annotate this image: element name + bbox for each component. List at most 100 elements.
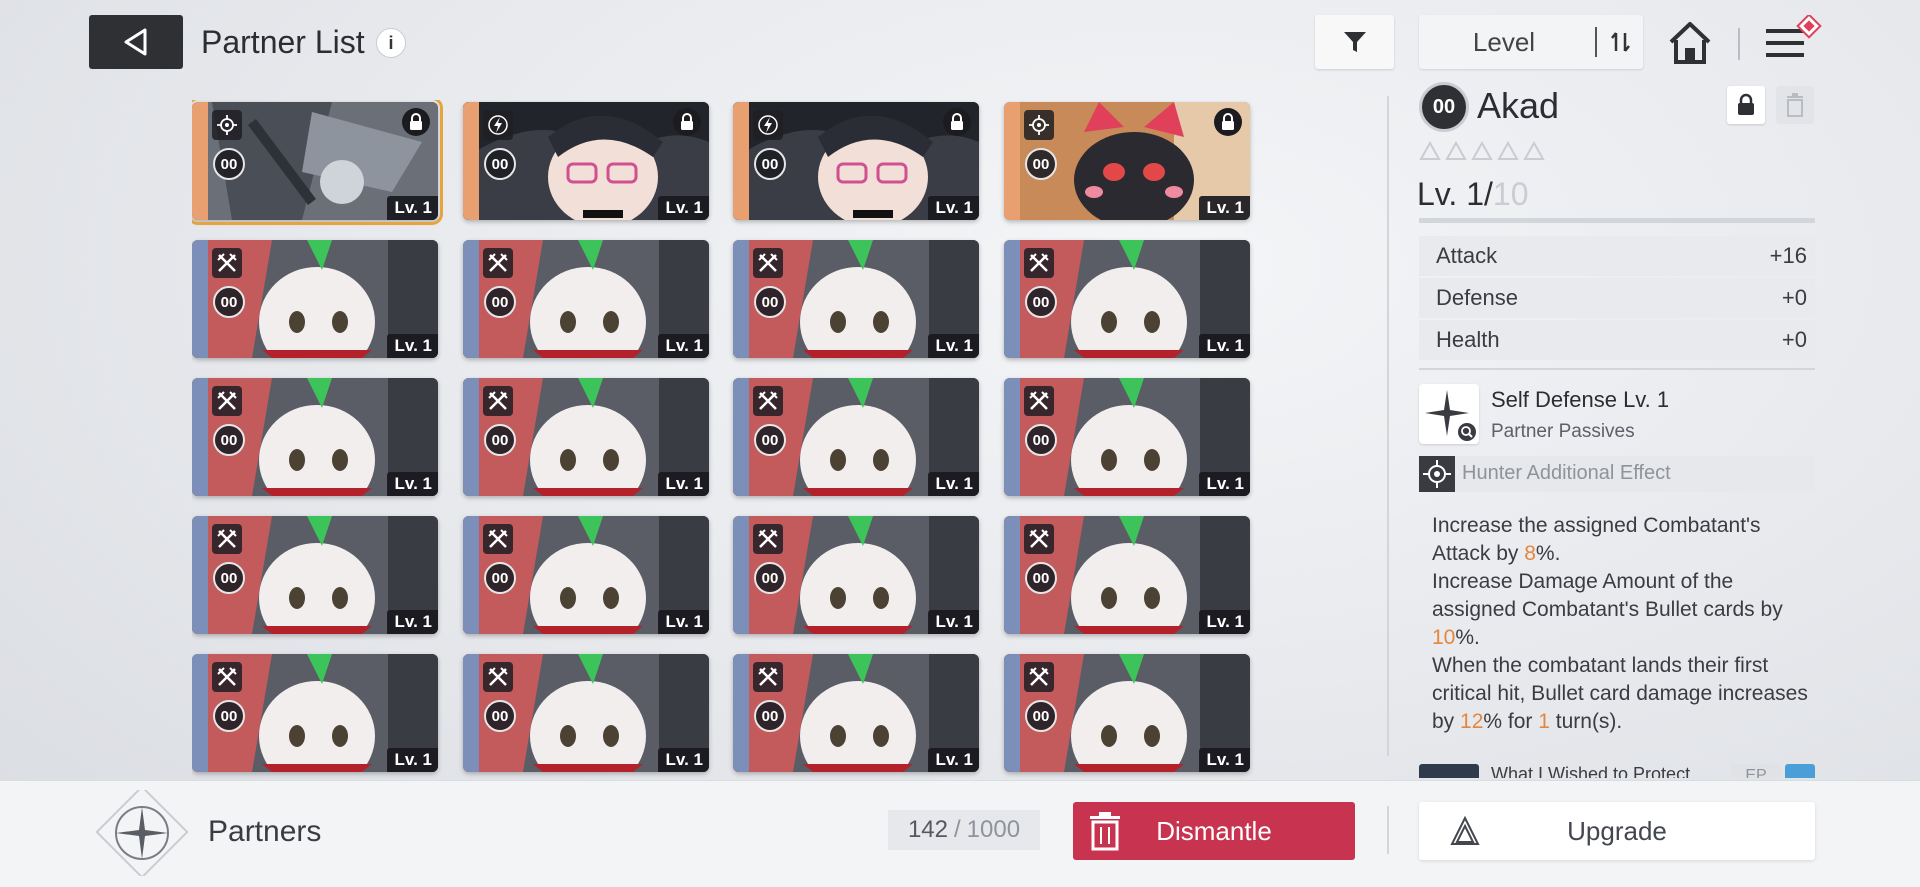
crossed-blades-icon [753, 662, 783, 692]
level-progress-bar [1419, 218, 1815, 223]
grade-badge: 00 [484, 562, 516, 594]
rarity-stripe [192, 102, 208, 220]
partner-card[interactable]: 00 Lv. 1 [1004, 378, 1250, 496]
menu-icon[interactable] [1763, 13, 1823, 69]
crossed-blades-icon [212, 386, 242, 416]
crossed-blades-icon [483, 662, 513, 692]
partner-card[interactable]: 00 Lv. 1 [463, 654, 709, 772]
partner-card[interactable]: 00 Lv. 1 [192, 100, 443, 225]
count-max: 1000 [966, 816, 1021, 843]
grade-badge: 00 [484, 700, 516, 732]
partner-card[interactable]: 00 Lv. 1 [733, 378, 979, 496]
partner-card[interactable]: 00 Lv. 1 [1004, 654, 1250, 772]
filter-button[interactable] [1315, 15, 1394, 69]
lock-icon [943, 108, 971, 136]
back-arrow-icon [124, 28, 147, 56]
dismantle-label: Dismantle [1156, 815, 1272, 846]
stat-value: +0 [1781, 327, 1807, 352]
rarity-stripe [733, 654, 749, 772]
hunter-icon [212, 110, 242, 140]
skill-button[interactable] [1419, 384, 1479, 444]
grade-badge: 00 [484, 148, 516, 180]
page-title: Partner List [201, 24, 365, 60]
star-icon [1523, 141, 1545, 160]
star-icon [1471, 141, 1493, 160]
lock-button[interactable] [1727, 86, 1765, 124]
crossed-blades-icon [483, 386, 513, 416]
partner-card[interactable]: 00 Lv. 1 [192, 240, 438, 358]
effect-line-1: Increase the assigned Combatant's Attack… [1432, 514, 1761, 565]
crossed-blades-icon [1024, 386, 1054, 416]
rarity-stripe [463, 102, 479, 220]
info-icon[interactable]: i [376, 28, 406, 58]
level-label: Lv. 1 [657, 334, 709, 358]
rarity-stripe [463, 654, 479, 772]
partner-card[interactable]: 00 Lv. 1 [192, 654, 438, 772]
stat-label: Defense [1436, 285, 1518, 310]
level-label: Lv. 1 [386, 472, 438, 496]
hunter-icon [1419, 456, 1455, 492]
lock-icon [1738, 93, 1754, 115]
partner-card[interactable]: 00 Lv. 1 [192, 516, 438, 634]
level-label: Lv. 1 [657, 748, 709, 772]
star-icon [1419, 141, 1441, 160]
effect-description: Increase the assigned Combatant's Attack… [1432, 512, 1812, 736]
crossed-blades-icon [212, 662, 242, 692]
item-action-button[interactable] [1785, 764, 1815, 778]
lightning-icon [753, 110, 783, 140]
delete-button[interactable] [1776, 86, 1814, 124]
grade-badge: 00 [1025, 148, 1057, 180]
partner-card[interactable]: 00 Lv. 1 [1004, 102, 1250, 220]
effect-line-2: Increase Damage Amount of the assigned C… [1432, 570, 1783, 649]
partner-card[interactable]: 00 Lv. 1 [733, 654, 979, 772]
partner-grade-badge: 00 [1419, 82, 1469, 132]
grade-badge: 00 [213, 700, 245, 732]
level-label: Lv. 1 [1198, 610, 1250, 634]
partner-card[interactable]: 00 Lv. 1 [192, 378, 438, 496]
level-max: 10 [1492, 176, 1529, 212]
partner-card[interactable]: 00 Lv. 1 [463, 102, 709, 220]
stat-row-health: Health +0 [1419, 320, 1815, 360]
stat-value: +16 [1769, 243, 1807, 268]
partner-card[interactable]: 00 Lv. 1 [1004, 516, 1250, 634]
stat-row-defense: Defense +0 [1419, 278, 1815, 318]
partner-card[interactable]: 00 Lv. 1 [733, 240, 979, 358]
grade-badge: 00 [213, 424, 245, 456]
home-icon[interactable] [1665, 18, 1715, 68]
rarity-stripe [1004, 240, 1020, 358]
back-button[interactable] [89, 15, 183, 69]
star-icon [1497, 141, 1519, 160]
notification-badge-icon [1796, 13, 1822, 39]
partner-card[interactable]: 00 Lv. 1 [733, 516, 979, 634]
crossed-blades-icon [1024, 662, 1054, 692]
partner-card[interactable]: 00 Lv. 1 [463, 378, 709, 496]
rarity-stripe [463, 516, 479, 634]
star-icon [1445, 141, 1467, 160]
partner-card[interactable]: 00 Lv. 1 [1004, 240, 1250, 358]
partner-grid[interactable]: 00 Lv. 1 00 Lv. 1 00 Lv. 1 00 Lv. 1 00 Lv. 1 00 Lv.… [192, 100, 1258, 780]
grade-badge: 00 [213, 562, 245, 594]
footer-divider [1387, 806, 1389, 854]
level-label: Lv. 1 [927, 472, 979, 496]
grade-badge: 00 [484, 286, 516, 318]
grade-badge: 00 [1025, 700, 1057, 732]
level-label: Lv. 1 [927, 748, 979, 772]
partner-card[interactable]: 00 Lv. 1 [733, 102, 979, 220]
level-label: Lv. 1 [1198, 334, 1250, 358]
level-label: Lv. 1 [927, 196, 979, 220]
partner-card[interactable]: 00 Lv. 1 [463, 240, 709, 358]
equipped-item-row[interactable]: What I Wished to Protect EP [1419, 762, 1815, 778]
grade-badge: 00 [754, 700, 786, 732]
dismantle-button[interactable]: Dismantle [1073, 802, 1355, 860]
grade-badge: 00 [1025, 424, 1057, 456]
upgrade-button[interactable]: Upgrade [1419, 802, 1815, 860]
sort-order-toggle[interactable] [1601, 15, 1641, 69]
rarity-stripe [463, 378, 479, 496]
rarity-stripe [1004, 378, 1020, 496]
stat-value: +0 [1781, 285, 1807, 310]
level-label: Lv. 1 [927, 610, 979, 634]
sort-dropdown[interactable]: Level [1419, 15, 1643, 69]
crossed-blades-icon [753, 248, 783, 278]
partner-card[interactable]: 00 Lv. 1 [463, 516, 709, 634]
sort-divider [1595, 27, 1597, 57]
